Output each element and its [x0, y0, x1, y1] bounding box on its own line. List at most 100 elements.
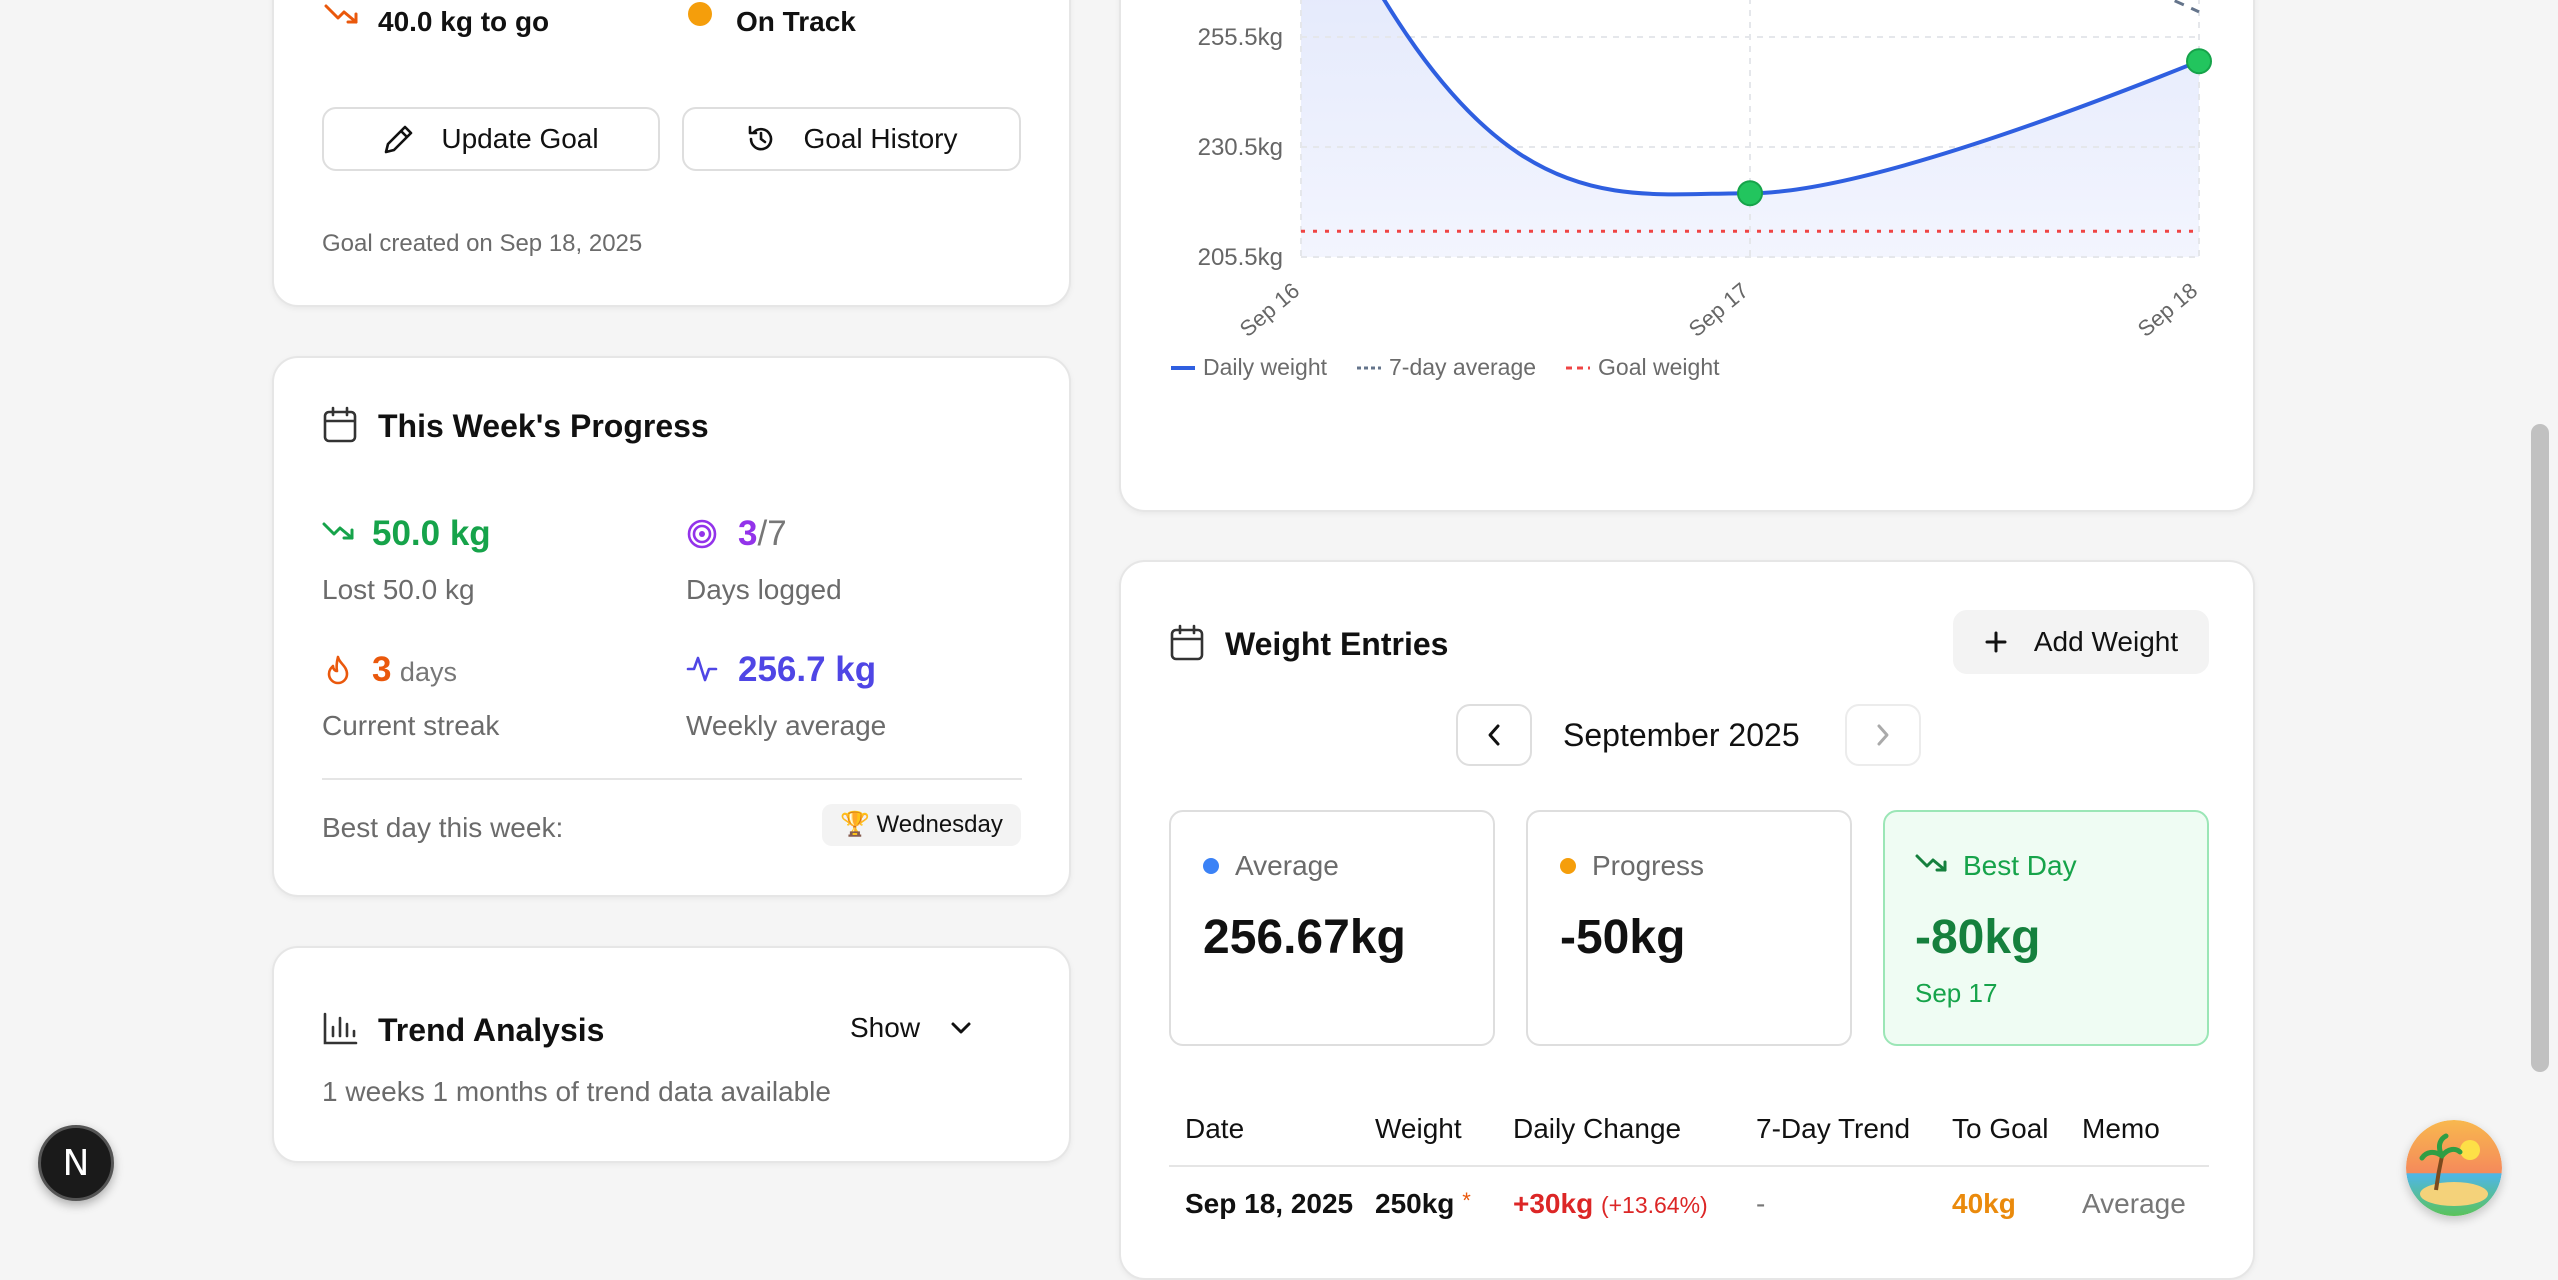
entry-weight: 250kg: [1375, 1187, 1455, 1219]
entry-change-cell: +30kg (+13.64%): [1513, 1166, 1756, 1240]
trend-show-label: Show: [850, 1012, 921, 1043]
next-dev-badge[interactable]: N: [38, 1125, 114, 1201]
x-tick-label: Sep 18: [2133, 278, 2202, 342]
best-day-label: Best day this week:: [322, 812, 564, 843]
weight-chart: 205.5kg 230.5kg 255.5kg Sep 16 Sep 17 Sep 18: [1198, 0, 2212, 342]
blue-dot-icon: [1203, 858, 1219, 874]
column-header[interactable]: 7-Day Trend: [1756, 1092, 1952, 1166]
streak-unit: days: [399, 657, 457, 687]
lost-label: Lost 50.0 kg: [322, 574, 475, 605]
trend-down-icon: [324, 4, 358, 24]
chevron-down-icon: [951, 1022, 971, 1034]
x-tick-label: Sep 16: [1235, 278, 1304, 342]
stat-sub: Sep 17: [1915, 978, 1998, 1008]
stat-progress: Progress -50kg: [1526, 810, 1852, 1046]
plus-icon: [1985, 631, 2007, 653]
weight-chart-card: 205.5kg 230.5kg 255.5kg Sep 16 Sep 17 Sep 18 …: [1119, 0, 2255, 512]
calendar-icon: [1170, 624, 1204, 661]
column-header[interactable]: Date: [1169, 1092, 1375, 1166]
status-dot: [688, 2, 712, 26]
streak-count: 3: [372, 650, 392, 689]
trend-analysis-title: Trend Analysis: [378, 1012, 605, 1048]
stat-average: Average 256.67kg: [1169, 810, 1495, 1046]
weekly-average-label: Weekly average: [686, 710, 887, 741]
lost-value: 50.0 kg: [372, 514, 491, 553]
entry-memo: Average: [2082, 1187, 2186, 1219]
week-progress-card: This Week's Progress 50.0 kg Lost 50.0 k…: [272, 356, 1071, 897]
column-header[interactable]: Daily Change: [1513, 1092, 1756, 1166]
assistant-avatar-button[interactable]: [2406, 1120, 2502, 1216]
goal-remaining: 40.0 kg to go: [378, 6, 550, 37]
divider: [322, 778, 1022, 780]
legend-solid-line-icon: [1171, 365, 1195, 370]
trend-down-icon: [1915, 854, 1947, 872]
entries-table: Date Weight Daily Change 7-Day Trend To …: [1169, 1092, 2209, 1240]
chart-legend: Daily weight 7-day average Goal weight: [1171, 354, 1720, 381]
stat-label: Best Day: [1963, 850, 2077, 881]
days-logged-count: 3: [738, 514, 758, 553]
best-day-badge: 🏆 Wednesday: [822, 804, 1021, 846]
streak-label: Current streak: [322, 710, 500, 741]
stat-value: -50kg: [1560, 911, 1686, 964]
prev-month-button[interactable]: [1456, 704, 1532, 766]
stat-value: 256.67kg: [1203, 911, 1406, 964]
bar-chart-icon: [323, 1012, 358, 1045]
days-logged-total: /7: [757, 514, 787, 553]
next-month-button[interactable]: [1845, 704, 1921, 766]
update-goal-button[interactable]: Update Goal: [322, 107, 660, 171]
x-tick-label: Sep 17: [1684, 278, 1753, 342]
seven-day-average-line: [2169, 0, 2200, 14]
trend-show-toggle[interactable]: Show: [850, 1012, 972, 1044]
legend-label: Daily weight: [1203, 354, 1327, 380]
entry-weight-cell: 250kg *: [1375, 1166, 1513, 1240]
legend-seven-day-average: 7-day average: [1357, 354, 1536, 381]
y-tick-label: 255.5kg: [1198, 24, 1283, 51]
legend-label: Goal weight: [1598, 354, 1720, 380]
orange-dot-icon: [1560, 858, 1576, 874]
chevron-left-icon: [1488, 724, 1500, 746]
table-row[interactable]: Sep 18, 2025 250kg * +30kg (+13.64%) - 4…: [1169, 1166, 2209, 1240]
column-header[interactable]: Memo: [2082, 1092, 2209, 1166]
weight-entries-card: Weight Entries Add Weight September 2025…: [1119, 560, 2255, 1280]
streak-value: 3 days: [372, 650, 457, 690]
goal-history-button[interactable]: Goal History: [682, 107, 1021, 171]
entry-marker: *: [1462, 1187, 1471, 1213]
days-logged-label: Days logged: [686, 574, 842, 605]
goal-history-label: Goal History: [803, 123, 958, 154]
island-avatar-icon: [2406, 1120, 2502, 1216]
next-logo: N: [62, 1142, 90, 1184]
activity-icon: [686, 656, 718, 682]
daily-weight-point: [2186, 48, 2212, 75]
week-progress-title: This Week's Progress: [378, 408, 709, 444]
y-tick-label: 205.5kg: [1198, 244, 1283, 271]
legend-label: 7-day average: [1389, 354, 1537, 380]
history-icon: [749, 125, 773, 151]
entry-to-goal: 40kg: [1952, 1187, 2016, 1219]
page-scrollbar-thumb[interactable]: [2531, 424, 2549, 1072]
pencil-icon: [385, 125, 413, 154]
column-header[interactable]: Weight: [1375, 1092, 1513, 1166]
goal-status: On Track: [736, 6, 856, 37]
trend-summary: 1 weeks 1 months of trend data available: [322, 1076, 831, 1107]
weekly-average-value: 256.7 kg: [738, 650, 877, 689]
goal-card: 40.0 kg to go On Track Update Goal Goal …: [272, 0, 1071, 307]
weight-entries-title: Weight Entries: [1225, 626, 1449, 662]
add-weight-label: Add Weight: [2033, 626, 2179, 657]
current-month: September 2025: [1563, 717, 1800, 753]
stat-label: Average: [1235, 850, 1339, 881]
goal-created-date: Goal created on Sep 18, 2025: [322, 230, 643, 257]
days-logged-value: 3/7: [738, 514, 787, 554]
target-icon: [687, 519, 717, 549]
column-header[interactable]: To Goal: [1952, 1092, 2082, 1166]
entry-change: +30kg: [1513, 1187, 1594, 1219]
update-goal-label: Update Goal: [441, 123, 599, 154]
entry-trend: -: [1756, 1187, 1766, 1219]
legend-dotted-line-icon: [1566, 366, 1591, 369]
calendar-icon: [323, 406, 357, 443]
stat-value: -80kg: [1915, 911, 2041, 964]
stat-label: Progress: [1592, 850, 1705, 881]
add-weight-button[interactable]: Add Weight: [1953, 610, 2209, 674]
trend-analysis-card: Trend Analysis Show 1 weeks 1 months of …: [272, 946, 1071, 1163]
entry-date: Sep 18, 2025: [1185, 1187, 1354, 1219]
legend-daily-weight: Daily weight: [1171, 354, 1327, 381]
